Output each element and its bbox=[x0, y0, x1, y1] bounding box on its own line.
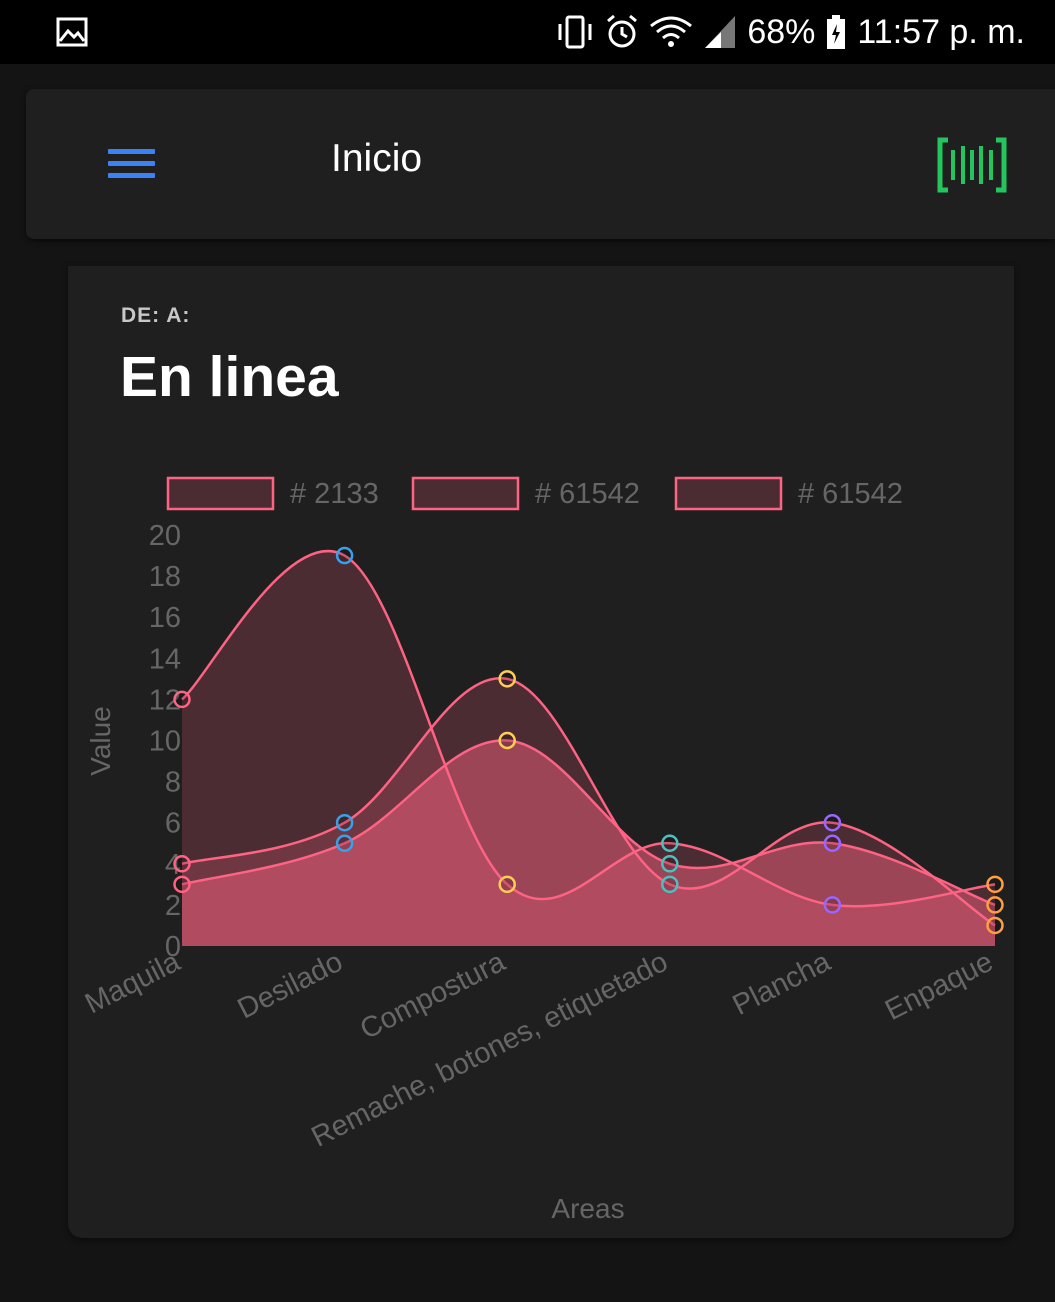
legend-label: # 61542 bbox=[535, 478, 640, 510]
legend-item[interactable]: # 2133 bbox=[166, 476, 379, 511]
battery-percent: 68% bbox=[747, 12, 816, 51]
legend-item[interactable]: # 61542 bbox=[411, 476, 640, 511]
wifi-icon bbox=[650, 16, 693, 47]
legend-item[interactable]: # 61542 bbox=[674, 476, 903, 511]
y-tick-label: 18 bbox=[149, 561, 181, 593]
data-point[interactable] bbox=[823, 896, 842, 914]
line-chart: # 2133 # 61542 # 6154202468101214161820Val… bbox=[80, 476, 1004, 1224]
data-point[interactable] bbox=[986, 916, 1004, 935]
y-tick-label: 14 bbox=[149, 643, 181, 675]
y-tick-label: 16 bbox=[149, 602, 181, 634]
alarm-icon bbox=[607, 14, 638, 48]
x-tick-label: Plancha bbox=[728, 945, 837, 1021]
page-title: Inicio bbox=[331, 137, 423, 180]
data-point[interactable] bbox=[661, 855, 679, 873]
y-tick-label: 2 bbox=[165, 890, 181, 922]
data-point[interactable] bbox=[173, 690, 191, 709]
data-point[interactable] bbox=[986, 875, 1004, 894]
data-point[interactable] bbox=[173, 875, 191, 894]
legend-swatch bbox=[411, 476, 520, 511]
status-icons: 68% 11:57 p. m. bbox=[555, 10, 1025, 54]
vibrate-icon bbox=[558, 15, 592, 49]
y-tick-label: 20 bbox=[149, 520, 181, 552]
data-point[interactable] bbox=[335, 813, 354, 832]
x-tick-label: Enpaque bbox=[880, 946, 998, 1027]
data-point[interactable] bbox=[498, 670, 516, 688]
legend-label: # 61542 bbox=[798, 478, 903, 510]
battery-icon bbox=[827, 15, 846, 49]
data-point[interactable] bbox=[986, 896, 1004, 914]
y-axis-label: Value bbox=[85, 706, 116, 776]
legend-swatch bbox=[166, 476, 275, 511]
x-tick-label: Compostura bbox=[355, 945, 511, 1046]
clock: 11:57 p. m. bbox=[857, 12, 1025, 51]
legend-label: # 2133 bbox=[290, 478, 379, 510]
data-point[interactable] bbox=[335, 546, 354, 565]
data-point[interactable] bbox=[661, 875, 679, 894]
app-bar: Inicio bbox=[26, 89, 1055, 239]
hamburger-menu-icon[interactable] bbox=[106, 141, 158, 185]
chart-card: DE: A: En linea # 2133 # 61542 # 61542 0 2 4 6… bbox=[68, 266, 1014, 1238]
data-point[interactable] bbox=[498, 875, 516, 894]
x-axis-label: Areas bbox=[551, 1193, 624, 1224]
y-tick-label: 10 bbox=[149, 726, 181, 758]
data-point[interactable] bbox=[823, 813, 842, 832]
status-bar: 68% 11:57 p. m. bbox=[0, 0, 1055, 64]
data-point[interactable] bbox=[173, 855, 191, 873]
data-point[interactable] bbox=[335, 834, 354, 852]
barcode-scan-icon[interactable] bbox=[936, 137, 1008, 193]
x-tick-label: Maquila bbox=[80, 945, 186, 1020]
y-tick-label: 6 bbox=[165, 808, 181, 840]
data-point[interactable] bbox=[823, 834, 842, 852]
y-tick-label: 8 bbox=[165, 767, 181, 799]
legend-swatch bbox=[674, 476, 783, 511]
gallery-icon bbox=[56, 17, 88, 47]
data-point[interactable] bbox=[498, 731, 516, 750]
data-point[interactable] bbox=[661, 834, 679, 852]
signal-icon bbox=[705, 16, 736, 48]
x-tick-label: Desilado bbox=[233, 946, 348, 1026]
